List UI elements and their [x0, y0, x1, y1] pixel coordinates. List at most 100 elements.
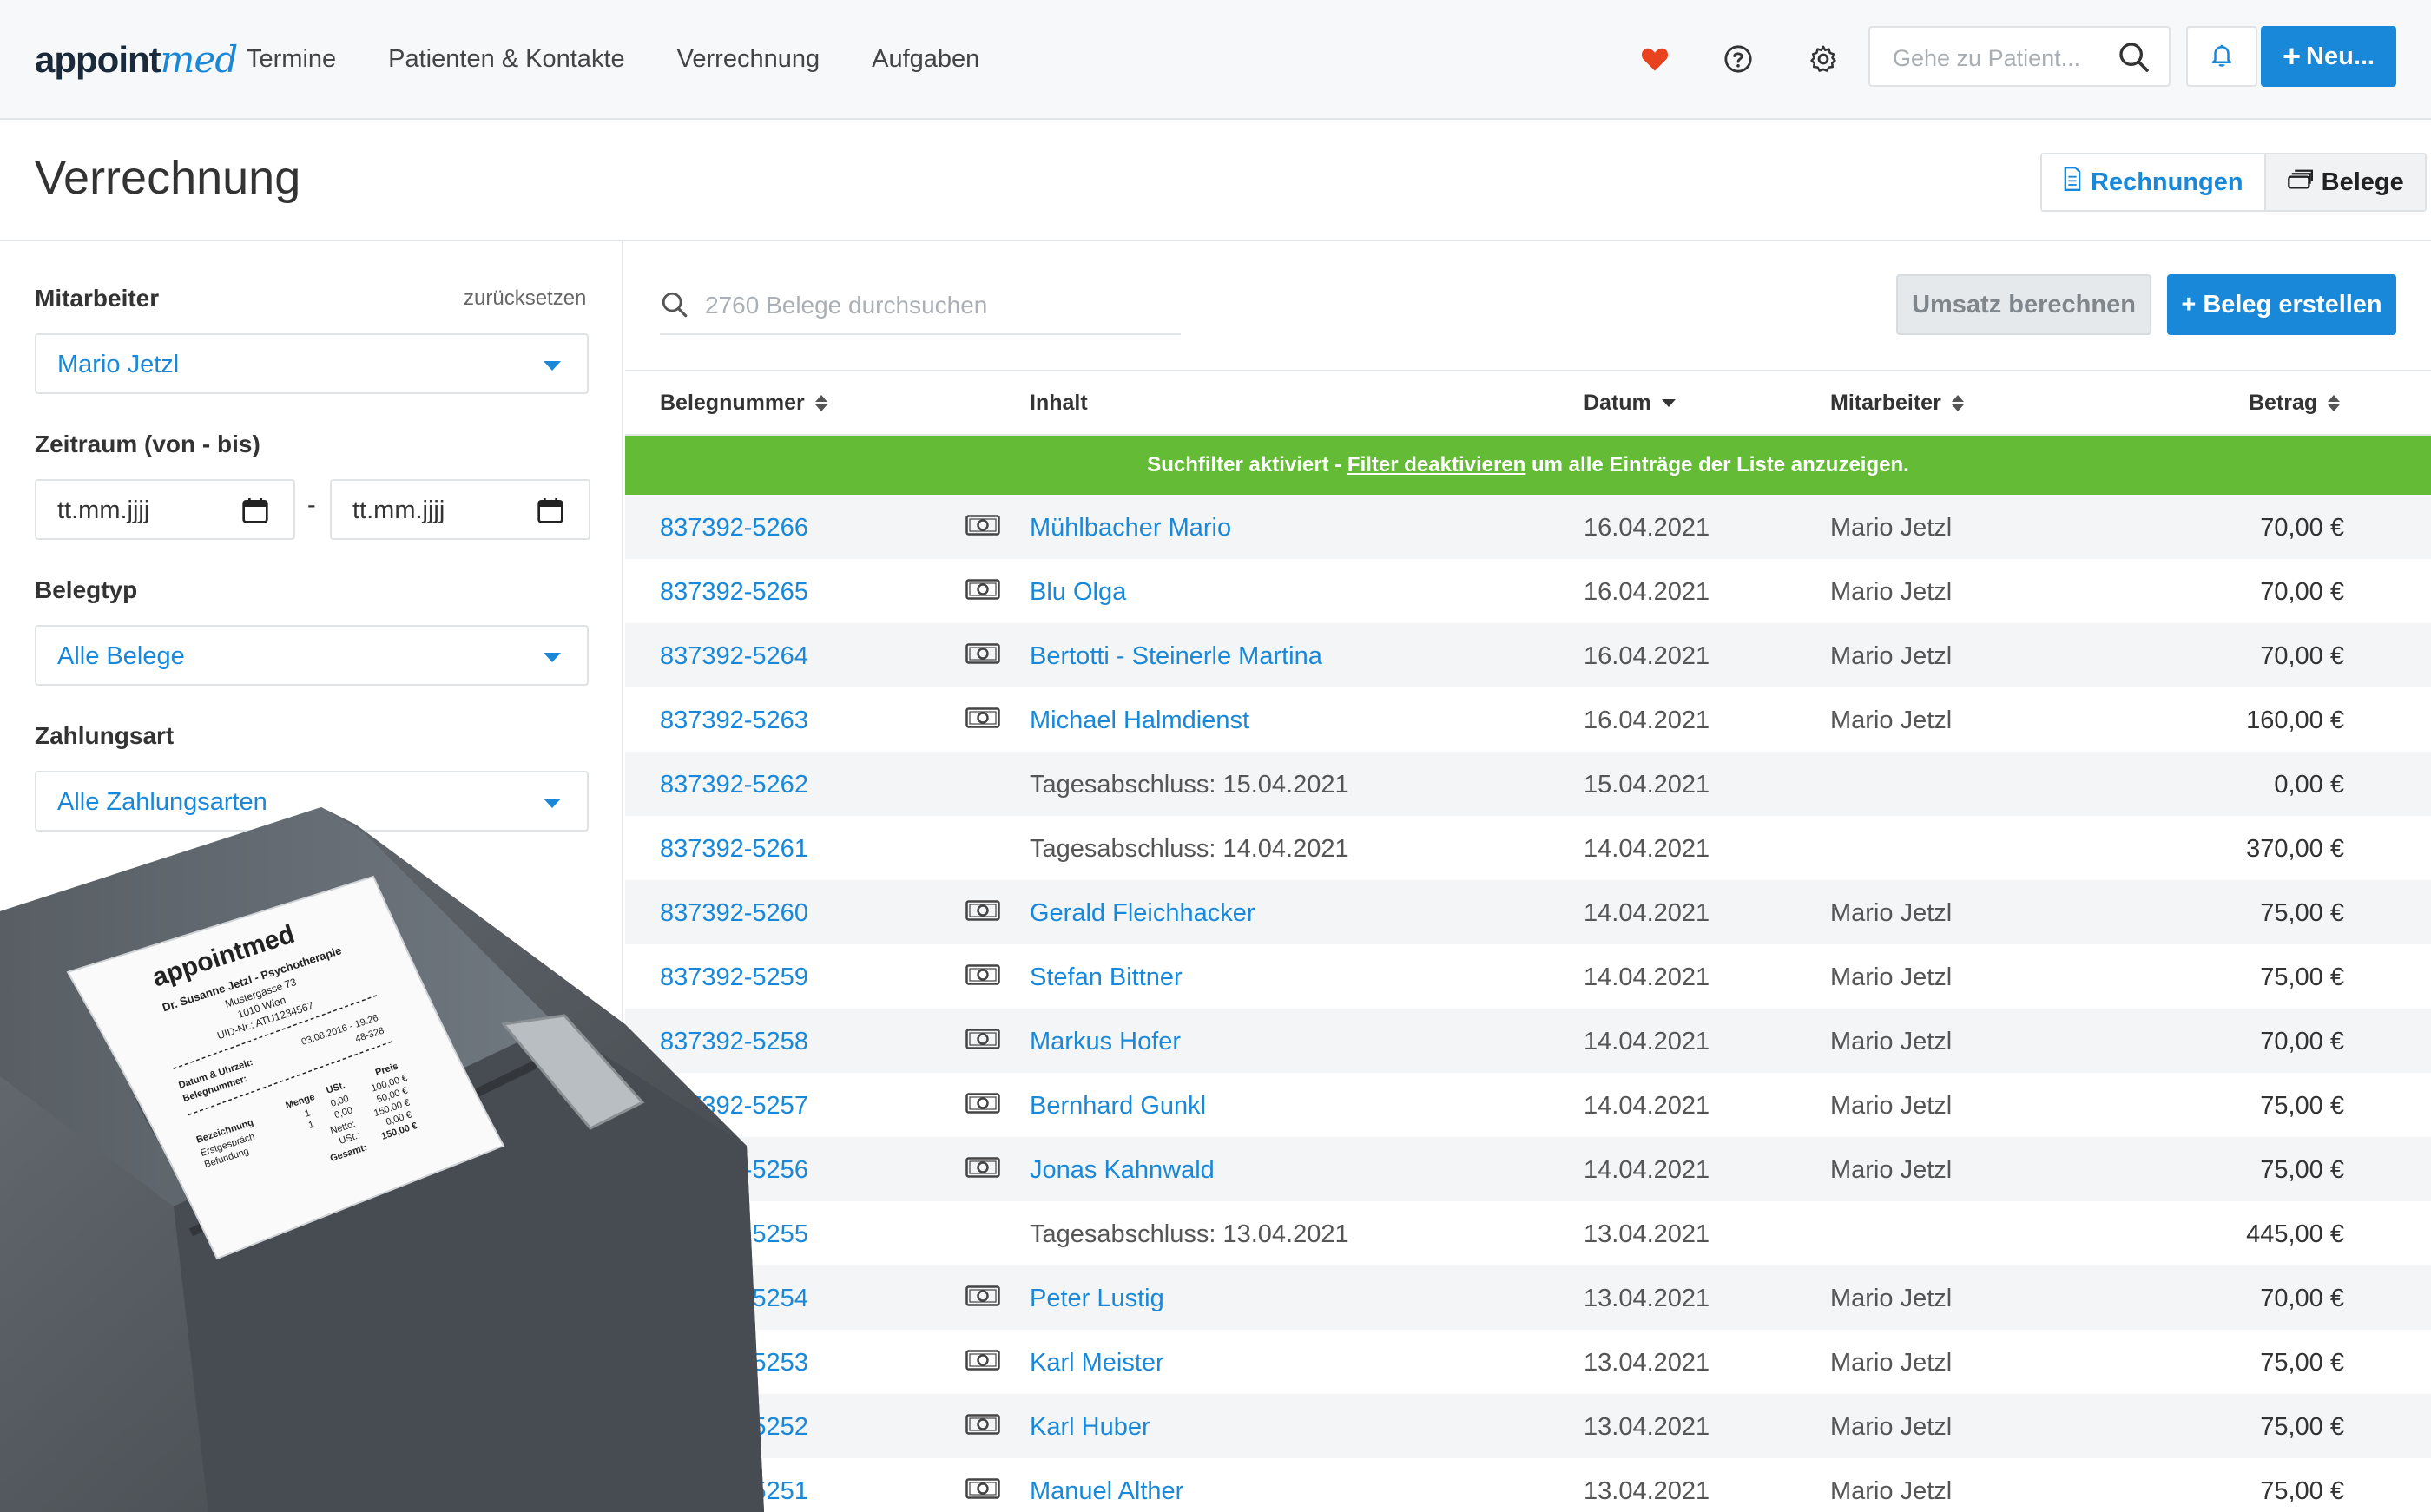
calendar-icon[interactable] — [537, 496, 564, 529]
tab-belege[interactable]: Belege — [2265, 154, 2425, 210]
patient-link[interactable]: Karl Meister — [1030, 1349, 1164, 1377]
belegnummer-link[interactable]: 837392-5266 — [660, 514, 808, 542]
cash-icon — [965, 1092, 1000, 1121]
table-row[interactable]: 837392-5256Jonas Kahnwald14.04.2021Mario… — [625, 1137, 2431, 1201]
appointmed-logo[interactable]: appointmed — [35, 38, 238, 81]
table-row[interactable]: 837392-5261 Tagesabschluss: 14.04.2021 14.… — [625, 816, 2431, 880]
table-row[interactable]: 837392-5255Tagesabschluss: 13.04.202113.… — [625, 1201, 2431, 1265]
table-row[interactable]: 837392-5263 Michael Halmdienst 16.04.2021 M… — [625, 687, 2431, 752]
datum-cell: 16.04.2021 — [1584, 514, 1710, 542]
reset-filters-link[interactable]: zurücksetzen — [464, 286, 586, 311]
patient-link[interactable]: Bertotti - Steinerle Martina — [1030, 642, 1322, 671]
plus-icon: + — [2283, 38, 2302, 74]
cash-icon — [965, 1028, 1000, 1056]
betrag-cell: 160,00 € — [2246, 707, 2344, 734]
umsatz-berechnen-button[interactable]: Umsatz berechnen — [1896, 274, 2151, 335]
datum-cell: 15.04.2021 — [1584, 771, 1710, 799]
betrag-cell: 75,00 € — [2260, 1092, 2344, 1120]
search-icon[interactable] — [2117, 40, 2151, 79]
patient-link[interactable]: Blu Olga — [1030, 578, 1126, 607]
betrag-cell: 75,00 € — [2260, 899, 2344, 927]
betrag-cell: 75,00 € — [2260, 1413, 2344, 1441]
deactivate-filter-link[interactable]: Filter deaktivieren — [1347, 453, 1525, 477]
document-icon — [2063, 167, 2082, 198]
receipts-stack-icon — [2287, 168, 2313, 197]
calendar-icon[interactable] — [241, 496, 269, 529]
patient-link[interactable]: Markus Hofer — [1030, 1028, 1181, 1056]
sort-descending-icon — [1661, 399, 1676, 407]
patient-link[interactable]: Manuel Alther — [1030, 1477, 1183, 1506]
table-row[interactable]: 837392-5260 Gerald Fleichhacker 14.04.2021… — [625, 880, 2431, 944]
zahlungsart-label: Zahlungsart — [35, 722, 175, 749]
beleg-erstellen-button[interactable]: + Beleg erstellen — [2167, 274, 2396, 335]
cash-icon — [965, 707, 1000, 735]
table-row[interactable]: 837392-5257 Bernhard Gunkl 14.04.2021 Mario… — [625, 1073, 2431, 1137]
table-row[interactable]: 837392-5264 Bertotti - Steinerle Martina 1… — [625, 623, 2431, 687]
table-row[interactable]: 837392-5262 Tagesabschluss: 15.04.2021 15.… — [625, 752, 2431, 816]
table-row[interactable]: 837392-5258 Markus Hofer 14.04.2021 Mario J… — [625, 1009, 2431, 1073]
help-icon[interactable] — [1712, 33, 1764, 85]
table-row[interactable]: 837392-5259 Stefan Bittner 14.04.2021 Mario… — [625, 944, 2431, 1009]
mitarbeiter-cell: Mario Jetzl — [1830, 1028, 1953, 1055]
mitarbeiter-select-value: Mario Jetzl — [57, 351, 180, 378]
cash-icon — [965, 514, 1000, 542]
mitarbeiter-cell: Mario Jetzl — [1830, 1285, 1953, 1312]
banner-text-end: um alle Einträge der Liste anzuzeigen. — [1525, 453, 1909, 477]
logo-text: appoint — [35, 39, 161, 80]
receipt-printer-illustration: appointmed Dr. Susanne Jetzl - Psychothe… — [0, 807, 764, 1512]
table-row[interactable]: 837392-5253Karl Meister13.04.2021Mario J… — [625, 1330, 2431, 1394]
cash-icon — [965, 1349, 1000, 1377]
nav-patienten-kontakte[interactable]: Patienten & Kontakte — [388, 45, 624, 74]
datum-cell: 13.04.2021 — [1584, 1413, 1710, 1441]
belegtyp-select[interactable]: Alle Belege — [35, 625, 589, 686]
date-to-value: tt.mm.jjjj — [352, 496, 445, 524]
new-button[interactable]: + Neu... — [2261, 26, 2396, 87]
datum-cell: 14.04.2021 — [1584, 963, 1710, 991]
patient-link[interactable]: Jonas Kahnwald — [1030, 1156, 1215, 1185]
patient-link[interactable]: Michael Halmdienst — [1030, 707, 1249, 735]
belegnummer-link[interactable]: 837392-5262 — [660, 771, 808, 799]
cash-icon — [965, 1413, 1000, 1442]
cash-icon — [965, 899, 1000, 928]
cash-icon — [965, 1156, 1000, 1185]
patient-link[interactable]: Stefan Bittner — [1030, 963, 1183, 992]
date-to-input[interactable]: tt.mm.jjjj — [330, 479, 590, 540]
mitarbeiter-cell: Mario Jetzl — [1830, 963, 1953, 991]
belegnummer-link[interactable]: 837392-5264 — [660, 642, 808, 671]
belegnummer-link[interactable]: 837392-5263 — [660, 707, 808, 735]
table-row[interactable]: 837392-5266 Mühlbacher Mario 16.04.2021 Mar… — [625, 495, 2431, 559]
table-row[interactable]: 837392-5254Peter Lustig13.04.2021Mario J… — [625, 1265, 2431, 1330]
main-nav: Termine Patienten & Kontakte Verrechnung… — [247, 45, 979, 74]
belegnummer-link[interactable]: 837392-5265 — [660, 578, 808, 607]
belege-search-input[interactable]: 2760 Belege durchsuchen — [660, 276, 1181, 335]
gear-icon[interactable] — [1797, 33, 1849, 85]
cash-icon — [965, 578, 1000, 607]
heart-icon[interactable] — [1629, 33, 1681, 85]
tab-rechnungen[interactable]: Rechnungen — [2042, 154, 2266, 210]
nav-termine[interactable]: Termine — [247, 45, 336, 74]
patient-link[interactable]: Peter Lustig — [1030, 1285, 1164, 1313]
table-row[interactable]: 837392-5265 Blu Olga 16.04.2021 Mario Jetzl… — [625, 559, 2431, 623]
top-navigation: appointmed Termine Patienten & Kontakte … — [0, 0, 2431, 120]
datum-cell: 13.04.2021 — [1584, 1285, 1710, 1312]
mitarbeiter-select[interactable]: Mario Jetzl — [35, 333, 589, 394]
patient-link[interactable]: Bernhard Gunkl — [1030, 1092, 1206, 1121]
table-row[interactable]: 837392-5251Manuel Alther13.04.2021Mario … — [625, 1458, 2431, 1512]
nav-verrechnung[interactable]: Verrechnung — [677, 45, 820, 74]
betrag-cell: 70,00 € — [2260, 514, 2344, 542]
column-belegnummer[interactable]: Belegnummer — [660, 391, 827, 416]
datum-cell: 13.04.2021 — [1584, 1220, 1710, 1248]
patient-link[interactable]: Mühlbacher Mario — [1030, 514, 1231, 542]
nav-aufgaben[interactable]: Aufgaben — [872, 45, 979, 74]
patient-link[interactable]: Gerald Fleichhacker — [1030, 899, 1255, 928]
column-betrag[interactable]: Betrag — [2249, 391, 2341, 416]
column-mitarbeiter[interactable]: Mitarbeiter — [1830, 391, 1964, 416]
cash-icon — [965, 1477, 1000, 1506]
sort-icon — [1951, 395, 1964, 411]
notifications-button[interactable] — [2186, 26, 2257, 87]
table-row[interactable]: 837392-5252Karl Huber13.04.2021Mario Jet… — [625, 1394, 2431, 1458]
patient-link[interactable]: Karl Huber — [1030, 1413, 1150, 1442]
patient-search-input[interactable]: Gehe zu Patient... — [1868, 26, 2171, 87]
date-from-input[interactable]: tt.mm.jjjj — [35, 479, 295, 540]
column-datum[interactable]: Datum — [1584, 391, 1676, 416]
